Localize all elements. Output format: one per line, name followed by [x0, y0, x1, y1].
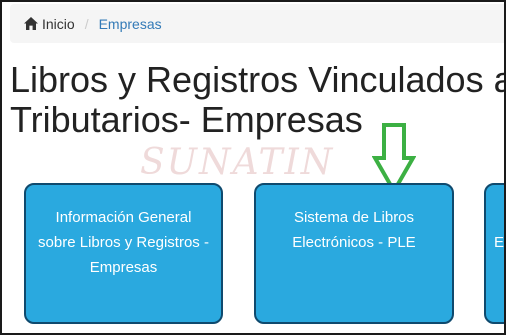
breadcrumb: Inicio / Empresas [10, 4, 504, 43]
page-title: Libros y Registros Vinculados a Tributari… [10, 59, 506, 140]
card-partial[interactable]: E [484, 183, 505, 324]
card-partial-label: E [494, 234, 505, 251]
card-informacion-general-label: Información General sobre Libros y Regis… [38, 209, 209, 276]
page-title-line1: Libros y Registros Vinculados a [10, 59, 506, 100]
watermark: SUNATIN [140, 142, 335, 183]
breadcrumb-empresas-link[interactable]: Empresas [99, 16, 162, 32]
breadcrumb-home-link[interactable]: Inicio [24, 16, 75, 32]
card-sistema-libros-electronicos[interactable]: Sistema de Libros Electrónicos - PLE [254, 183, 454, 324]
breadcrumb-home-label: Inicio [42, 15, 75, 32]
breadcrumb-separator: / [84, 15, 89, 32]
card-sistema-libros-electronicos-label: Sistema de Libros Electrónicos - PLE [292, 209, 416, 251]
card-informacion-general[interactable]: Información General sobre Libros y Regis… [24, 183, 223, 324]
browser-viewport: Inicio / Empresas Libros y Registros Vin… [0, 0, 506, 335]
page-title-line2: Tributarios- Empresas [10, 99, 363, 140]
home-icon [24, 17, 38, 30]
